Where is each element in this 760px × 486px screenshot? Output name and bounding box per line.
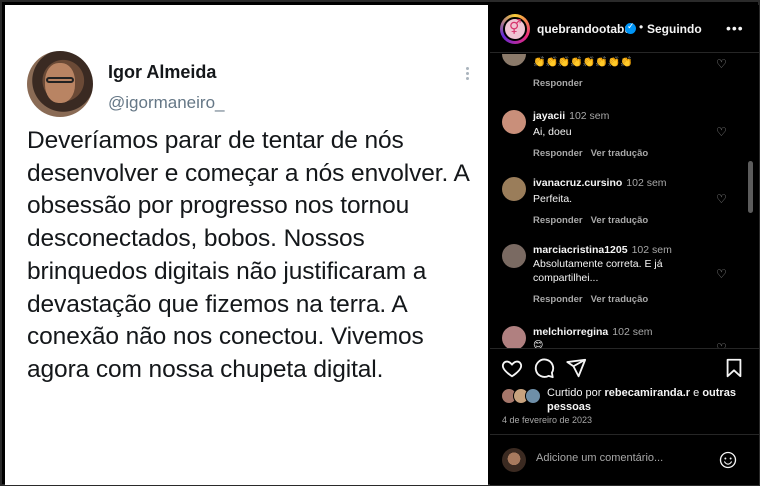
comment-text: Perfeita.	[533, 193, 573, 205]
add-comment-input[interactable]	[536, 452, 706, 464]
translate-button[interactable]: Ver tradução	[591, 148, 649, 159]
comment-username[interactable]: ivanacruz.cursino	[533, 177, 622, 189]
comments-scrollbar[interactable]	[748, 161, 753, 213]
liked-by-mid: e	[690, 387, 703, 399]
translate-button[interactable]: Ver tradução	[591, 215, 649, 226]
translate-button[interactable]: Ver tradução	[591, 294, 649, 305]
comment-username[interactable]: jayacii	[533, 110, 565, 122]
reply-button[interactable]: Responder	[533, 78, 583, 89]
more-options-icon[interactable]: •••	[726, 20, 744, 36]
tweet-avatar	[27, 51, 93, 117]
instagram-post-window: Igor Almeida @igormaneiro_ Deveríamos pa…	[0, 0, 760, 486]
comment-time: 102 sem	[612, 326, 653, 338]
tweet-author-handle: @igormaneiro_	[108, 93, 225, 112]
emoji-icon[interactable]	[719, 451, 737, 469]
comment-time: 102 sem	[569, 110, 610, 122]
header-separator: •	[639, 20, 644, 34]
comment-time: 102 sem	[631, 244, 672, 256]
comment-avatar[interactable]	[502, 110, 526, 134]
post-actions: Curtido por rebecamiranda.r e outras pes…	[490, 348, 759, 448]
comment-username[interactable]: melchiorregina	[533, 326, 608, 338]
tweet-more-icon	[460, 65, 474, 83]
bookmark-icon[interactable]	[723, 357, 745, 379]
comment-text: 👏👏👏👏👏👏👏👏	[533, 57, 633, 68]
comment-text: 😊	[533, 340, 544, 348]
like-comment-icon[interactable]: ♡	[716, 126, 728, 138]
current-user-avatar	[502, 448, 526, 472]
liked-by-avatars[interactable]	[501, 388, 543, 406]
tweet-text: Deveríamos parar de tentar de nós desenv…	[27, 127, 469, 383]
comment-avatar[interactable]	[502, 244, 526, 268]
comment-icon[interactable]	[533, 357, 555, 379]
verified-badge-icon	[625, 21, 636, 34]
comment-avatar[interactable]	[502, 54, 526, 66]
comment-avatar[interactable]	[502, 177, 526, 201]
comment-username[interactable]: marciacristina1205	[533, 244, 628, 256]
comment-avatar[interactable]	[502, 326, 526, 348]
comment-text: Absolutamente correta. E já compartilhei…	[533, 258, 663, 284]
comments-list[interactable]: 👏👏👏👏👏👏👏👏 Responder ♡ jayacii 102 sem Ai, …	[490, 54, 759, 348]
account-avatar[interactable]	[500, 14, 530, 44]
tweet-author-name: Igor Almeida	[108, 62, 217, 82]
following-button[interactable]: Seguindo	[647, 22, 702, 36]
like-comment-icon[interactable]: ♡	[716, 193, 728, 205]
like-comment-icon[interactable]: ♡	[716, 58, 728, 70]
account-username[interactable]: quebrandootabu	[537, 22, 632, 36]
add-comment-bar	[490, 434, 759, 485]
comment-time: 102 sem	[626, 177, 667, 189]
comment-text: Ai, doeu	[533, 126, 572, 138]
share-icon[interactable]	[565, 357, 587, 379]
post-panel: quebrandootabu • Seguindo ••• 👏👏👏👏👏👏👏👏 R…	[490, 5, 759, 485]
liked-by-user[interactable]: rebecamiranda.r	[604, 387, 690, 399]
liked-by-prefix: Curtido por	[547, 387, 605, 399]
post-header: quebrandootabu • Seguindo •••	[490, 5, 759, 53]
tweet-image: Igor Almeida @igormaneiro_ Deveríamos pa…	[5, 5, 488, 485]
heart-icon[interactable]	[501, 357, 523, 379]
reply-button[interactable]: Responder	[533, 148, 583, 159]
post-date: 4 de fevereiro de 2023	[502, 415, 593, 425]
reply-button[interactable]: Responder	[533, 294, 583, 305]
reply-button[interactable]: Responder	[533, 215, 583, 226]
like-comment-icon[interactable]: ♡	[716, 268, 728, 280]
liked-by-text[interactable]: Curtido por rebecamiranda.r e outras pes…	[547, 386, 747, 414]
